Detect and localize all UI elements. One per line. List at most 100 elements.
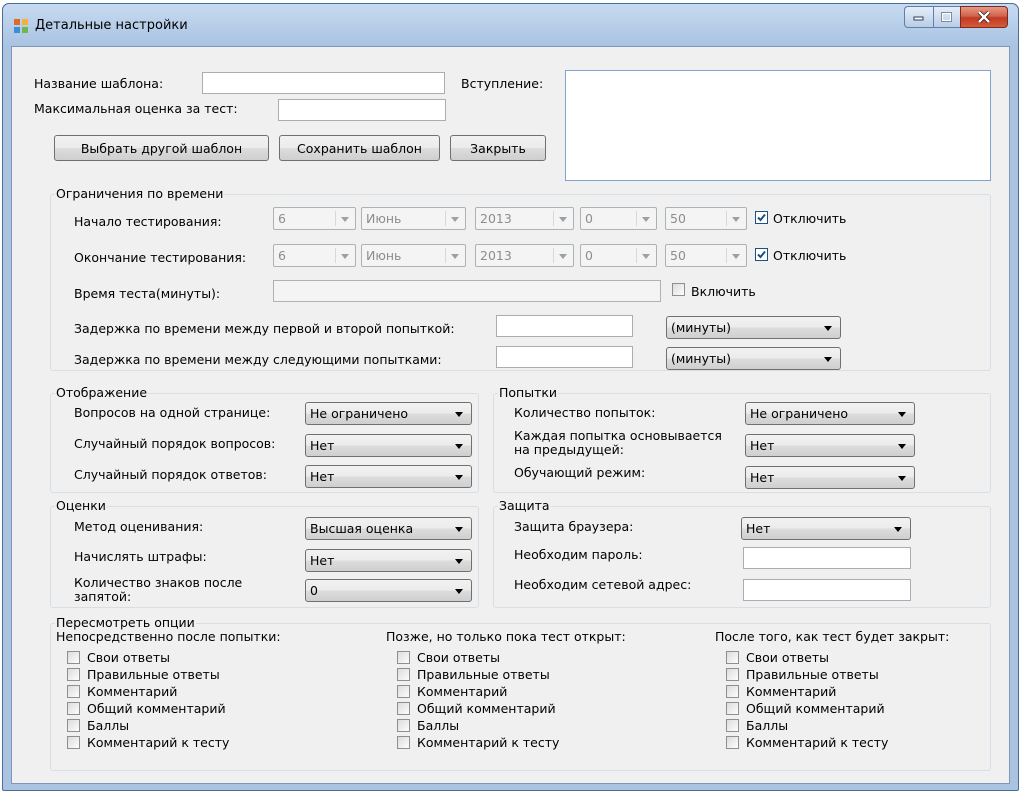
review-option-label: Правильные ответы bbox=[417, 667, 550, 682]
review-option-checkbox[interactable] bbox=[67, 719, 80, 732]
chevron-down-icon bbox=[455, 475, 463, 480]
chevron-down-icon bbox=[455, 527, 463, 532]
review-option-checkbox[interactable] bbox=[726, 651, 739, 664]
chevron-down-icon bbox=[898, 444, 906, 449]
end-disable-checkbox[interactable] bbox=[755, 248, 768, 261]
review-option-label: Комментарий к тесту bbox=[746, 735, 889, 750]
training-mode-select[interactable]: Нет bbox=[745, 466, 915, 489]
end-month-select[interactable]: Июнь bbox=[361, 244, 466, 267]
review-option-checkbox[interactable] bbox=[726, 736, 739, 749]
review-option-label: Баллы bbox=[746, 718, 789, 733]
delay-first-input[interactable] bbox=[496, 315, 633, 337]
review-option-checkbox[interactable] bbox=[397, 685, 410, 698]
network-address-input[interactable] bbox=[743, 579, 911, 601]
close-button[interactable]: Закрыть bbox=[450, 135, 546, 161]
duration-input[interactable] bbox=[273, 280, 661, 302]
close-window-button[interactable] bbox=[960, 6, 1008, 28]
review-option-checkbox[interactable] bbox=[67, 668, 80, 681]
delay-next-label: Задержка по времени между следующими поп… bbox=[74, 352, 442, 367]
review-option-checkbox[interactable] bbox=[67, 685, 80, 698]
app-icon bbox=[14, 19, 28, 33]
review-option-checkbox[interactable] bbox=[67, 651, 80, 664]
title-bar[interactable]: Детальные настройки bbox=[3, 4, 1018, 46]
chevron-down-icon bbox=[341, 254, 349, 259]
browser-security-label: Защита браузера: bbox=[514, 519, 634, 534]
review-option-checkbox[interactable] bbox=[397, 668, 410, 681]
penalties-select[interactable]: Нет bbox=[305, 549, 472, 572]
review-option-label: Свои ответы bbox=[746, 650, 829, 665]
chevron-down-icon bbox=[559, 254, 567, 259]
time-limits-title: Ограничения по времени bbox=[55, 186, 225, 201]
end-day-select[interactable]: 6 bbox=[273, 244, 356, 267]
intro-textarea[interactable] bbox=[565, 70, 991, 181]
random-answers-label: Случайный порядок ответов: bbox=[74, 467, 268, 482]
browser-security-select[interactable]: Нет bbox=[741, 517, 911, 540]
review-option-checkbox[interactable] bbox=[726, 685, 739, 698]
review-option-label: Баллы bbox=[87, 718, 130, 733]
start-month-select[interactable]: Июнь bbox=[361, 207, 466, 230]
start-day-select[interactable]: 6 bbox=[273, 207, 356, 230]
start-year-select[interactable]: 2013 bbox=[475, 207, 574, 230]
review-option-checkbox[interactable] bbox=[726, 702, 739, 715]
save-template-button[interactable]: Сохранить шаблон bbox=[279, 135, 440, 161]
random-questions-select[interactable]: Нет bbox=[305, 434, 472, 457]
attempts-count-select[interactable]: Не ограничено bbox=[745, 402, 915, 425]
delay-first-unit-select[interactable]: (минуты) bbox=[666, 316, 841, 339]
review-option-checkbox[interactable] bbox=[397, 651, 410, 664]
review-option-checkbox[interactable] bbox=[397, 719, 410, 732]
review-option-checkbox[interactable] bbox=[726, 668, 739, 681]
based-on-previous-select[interactable]: Нет bbox=[745, 434, 915, 457]
start-disable-checkbox[interactable] bbox=[755, 211, 768, 224]
review-option-label: Комментарий bbox=[417, 684, 508, 699]
duration-enable-checkbox[interactable] bbox=[672, 283, 685, 296]
security-title: Защита bbox=[498, 498, 551, 513]
chevron-down-icon bbox=[732, 254, 740, 259]
per-page-select[interactable]: Не ограничено bbox=[305, 402, 472, 425]
review-option-checkbox[interactable] bbox=[67, 702, 80, 715]
grading-method-select[interactable]: Высшая оценка bbox=[305, 517, 472, 540]
max-score-input[interactable] bbox=[278, 99, 446, 121]
review-option-label: Комментарий bbox=[87, 684, 178, 699]
chevron-down-icon bbox=[898, 412, 906, 417]
grading-method-label: Метод оценивания: bbox=[74, 519, 204, 534]
max-score-label: Максимальная оценка за тест: bbox=[34, 101, 238, 116]
chevron-down-icon bbox=[455, 444, 463, 449]
review-option-label: Комментарий к тесту bbox=[417, 735, 560, 750]
maximize-button[interactable] bbox=[933, 6, 960, 28]
delay-next-unit-select[interactable]: (минуты) bbox=[666, 347, 841, 370]
duration-enable-label: Включить bbox=[691, 284, 756, 299]
end-hour-select[interactable]: 0 bbox=[580, 244, 657, 267]
review-column-heading: После того, как тест будет закрыт: bbox=[715, 629, 950, 644]
review-option-checkbox[interactable] bbox=[67, 736, 80, 749]
review-option-checkbox[interactable] bbox=[726, 719, 739, 732]
decimals-label-2: запятой: bbox=[74, 589, 132, 604]
review-option-label: Свои ответы bbox=[87, 650, 170, 665]
review-option-label: Общий комментарий bbox=[746, 701, 885, 716]
dialog-client-area: Название шаблона: Максимальная оценка за… bbox=[11, 46, 1010, 784]
decimals-label-1: Количество знаков после bbox=[74, 575, 243, 590]
review-option-checkbox[interactable] bbox=[397, 702, 410, 715]
review-option-checkbox[interactable] bbox=[397, 736, 410, 749]
choose-template-button[interactable]: Выбрать другой шаблон bbox=[54, 135, 269, 161]
chevron-down-icon bbox=[642, 254, 650, 259]
grades-group: Оценки Метод оценивания: Высшая оценка Н… bbox=[50, 498, 479, 608]
chevron-down-icon bbox=[341, 217, 349, 222]
intro-label: Вступление: bbox=[461, 76, 544, 91]
end-minute-select[interactable]: 50 bbox=[665, 244, 747, 267]
delay-next-input[interactable] bbox=[496, 346, 633, 368]
minimize-button[interactable] bbox=[904, 6, 933, 28]
random-answers-select[interactable]: Нет bbox=[305, 465, 472, 488]
start-minute-select[interactable]: 50 bbox=[665, 207, 747, 230]
password-label: Необходим пароль: bbox=[514, 547, 643, 562]
start-hour-select[interactable]: 0 bbox=[580, 207, 657, 230]
attempts-count-label: Количество попыток: bbox=[514, 405, 656, 420]
template-name-input[interactable] bbox=[202, 72, 445, 94]
end-year-select[interactable]: 2013 bbox=[475, 244, 574, 267]
review-option-label: Комментарий bbox=[746, 684, 837, 699]
training-mode-label: Обучающий режим: bbox=[514, 465, 646, 480]
password-input[interactable] bbox=[743, 547, 911, 569]
decimals-select[interactable]: 0 bbox=[305, 579, 472, 602]
attempts-group: Попытки Количество попыток: Не ограничен… bbox=[493, 385, 991, 493]
display-title: Отображение bbox=[55, 385, 149, 400]
chevron-down-icon bbox=[455, 412, 463, 417]
